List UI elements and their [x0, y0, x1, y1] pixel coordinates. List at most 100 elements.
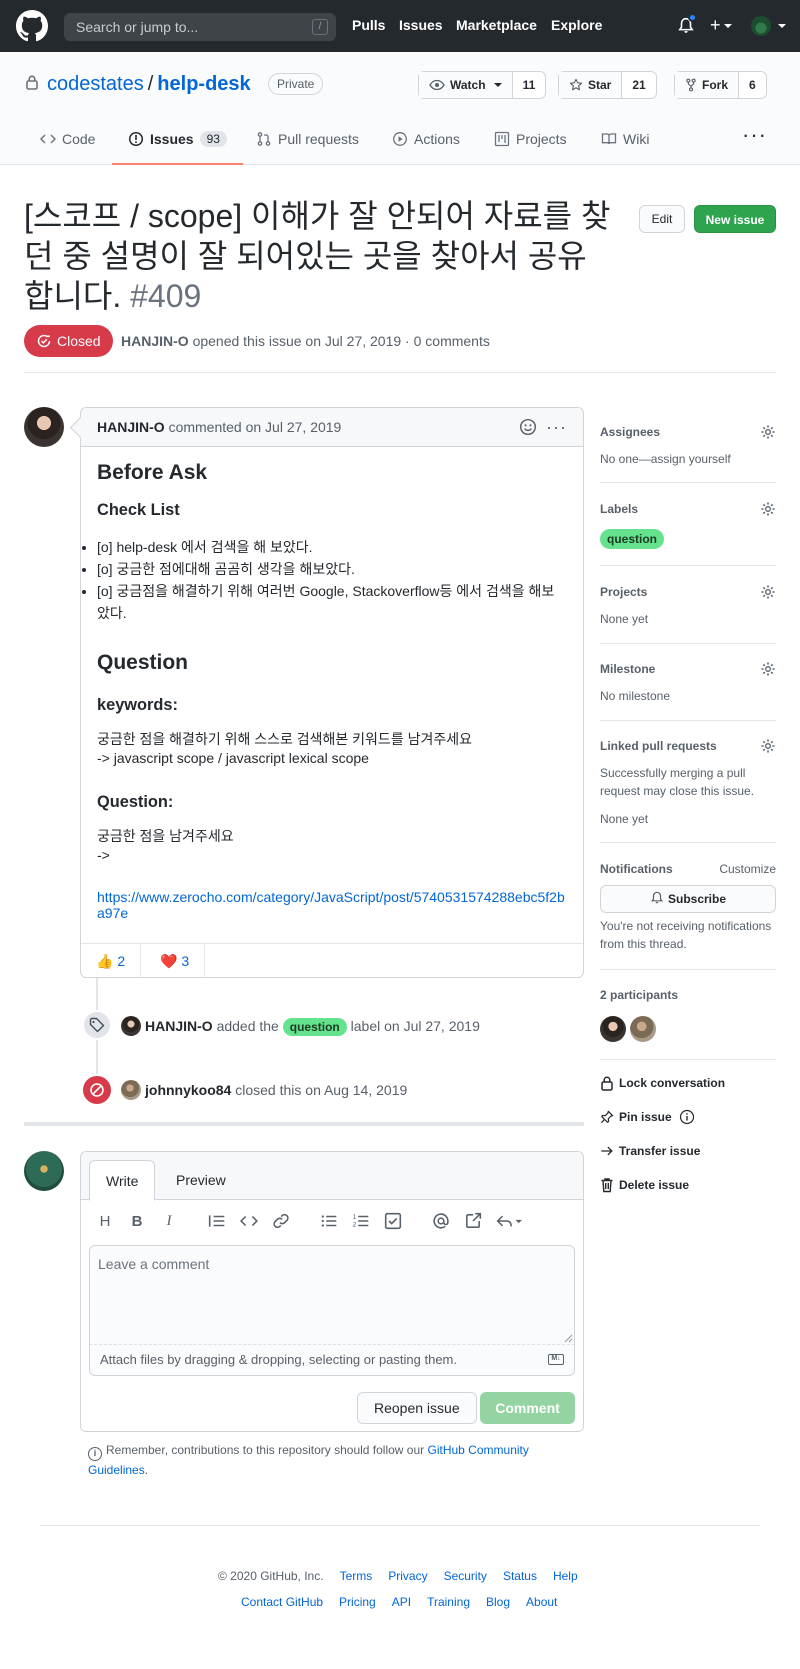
assignees-value[interactable]: No one—assign yourself [600, 450, 776, 468]
unordered-list-icon[interactable] [320, 1212, 338, 1230]
event-actor-link[interactable]: HANJIN-O [145, 1018, 213, 1034]
watch-count[interactable]: 11 [512, 72, 546, 98]
footer-link-privacy[interactable]: Privacy [388, 1567, 427, 1585]
user-avatar[interactable] [751, 16, 771, 36]
avatar[interactable] [24, 407, 64, 447]
cross-reference-icon[interactable] [464, 1212, 482, 1230]
gear-icon[interactable] [760, 424, 776, 440]
circle-slash-icon [90, 1083, 104, 1097]
fork-button[interactable]: Fork [675, 72, 740, 98]
code-icon[interactable] [240, 1212, 258, 1230]
comment-button[interactable]: Comment [480, 1392, 575, 1424]
footer-link-pricing[interactable]: Pricing [339, 1593, 376, 1611]
fork-count[interactable]: 6 [739, 72, 766, 98]
nav-issues[interactable]: Issues [399, 17, 443, 33]
nav-marketplace[interactable]: Marketplace [456, 17, 537, 33]
gear-icon[interactable] [760, 584, 776, 600]
delete-issue-button[interactable]: Delete issue [600, 1176, 689, 1194]
projects-heading[interactable]: Projects [600, 583, 776, 601]
chevron-down-icon[interactable] [778, 24, 786, 28]
global-header: Search or jump to... / Pulls Issues Mark… [0, 0, 800, 52]
repo-owner-link[interactable]: codestates [47, 73, 144, 95]
linked-prs-heading[interactable]: Linked pull requests [600, 737, 776, 755]
avatar[interactable] [121, 1080, 141, 1100]
label-question[interactable]: question [600, 529, 664, 549]
search-input[interactable]: Search or jump to... / [64, 13, 336, 41]
footer-link-help[interactable]: Help [553, 1567, 578, 1585]
reaction-thumbs-up[interactable]: 👍 2 [81, 944, 142, 978]
new-issue-button[interactable]: New issue [694, 205, 776, 233]
tab-pull-requests-label: Pull requests [278, 131, 359, 147]
tab-projects[interactable]: Projects [494, 126, 567, 165]
smiley-icon[interactable] [519, 418, 537, 436]
quote-icon[interactable] [208, 1212, 226, 1230]
event-actor-link[interactable]: johnnykoo84 [145, 1082, 231, 1098]
tab-issues[interactable]: Issues 93 [112, 126, 243, 165]
info-icon[interactable] [679, 1109, 695, 1125]
footer-link-contact[interactable]: Contact GitHub [241, 1593, 323, 1611]
footer-link-terms[interactable]: Terms [340, 1567, 373, 1585]
bold-icon[interactable]: B [128, 1212, 146, 1230]
star-button[interactable]: Star [559, 72, 623, 98]
footer-link-status[interactable]: Status [503, 1567, 537, 1585]
reopen-issue-button[interactable]: Reopen issue [357, 1392, 477, 1424]
attach-files-area[interactable]: Attach files by dragging & dropping, sel… [89, 1344, 575, 1376]
comment-timestamp[interactable]: commented on Jul 27, 2019 [169, 419, 342, 435]
footer-link-blog[interactable]: Blog [486, 1593, 510, 1611]
tab-wiki[interactable]: Wiki [601, 126, 649, 165]
watch-button[interactable]: Watch [419, 72, 513, 98]
markdown-icon[interactable]: M↓ [548, 1354, 564, 1365]
link-icon[interactable] [272, 1212, 290, 1230]
tab-code[interactable]: Code [40, 126, 95, 165]
tab-pull-requests[interactable]: Pull requests [256, 126, 359, 165]
create-new-menu[interactable]: + [710, 15, 732, 35]
task-list-icon[interactable] [384, 1212, 402, 1230]
comment-textarea[interactable]: Leave a comment [89, 1245, 575, 1345]
footer-link-security[interactable]: Security [444, 1567, 487, 1585]
star-count[interactable]: 21 [622, 72, 656, 98]
lock-conversation-button[interactable]: Lock conversation [600, 1074, 725, 1092]
customize-link[interactable]: Customize [719, 860, 776, 878]
footer-link-api[interactable]: API [392, 1593, 411, 1611]
tab-preview[interactable]: Preview [160, 1160, 242, 1201]
transfer-issue-button[interactable]: Transfer issue [600, 1142, 700, 1160]
repo-name-link[interactable]: help-desk [157, 73, 250, 95]
lock-icon [26, 75, 38, 90]
footer-link-training[interactable]: Training [427, 1593, 470, 1611]
more-options-icon[interactable]: ··· [742, 124, 767, 146]
mention-icon[interactable] [432, 1212, 450, 1230]
gear-icon[interactable] [760, 661, 776, 677]
nav-explore[interactable]: Explore [551, 17, 602, 33]
footer-link-about[interactable]: About [526, 1593, 557, 1611]
milestone-heading[interactable]: Milestone [600, 660, 776, 678]
participant-avatar[interactable] [600, 1016, 626, 1042]
participants-heading: 2 participants [600, 988, 679, 1002]
labels-heading[interactable]: Labels [600, 500, 776, 518]
tab-issues-label: Issues [150, 131, 194, 147]
pin-issue-button[interactable]: Pin issue [600, 1108, 695, 1126]
comment-author-link[interactable]: HANJIN-O [97, 419, 165, 435]
assignees-heading[interactable]: Assignees [600, 423, 776, 441]
heading-icon[interactable]: H [96, 1212, 114, 1230]
trash-icon [601, 1178, 613, 1193]
italic-icon[interactable]: I [160, 1212, 178, 1230]
ordered-list-icon[interactable]: 12 [352, 1212, 370, 1230]
gear-icon[interactable] [760, 738, 776, 754]
event-text: closed this on Aug 14, 2019 [235, 1082, 408, 1098]
tab-actions[interactable]: Actions [392, 126, 460, 165]
comment-options-icon[interactable]: ··· [546, 408, 567, 447]
reference-link[interactable]: https://www.zerocho.com/category/JavaScr… [97, 889, 565, 921]
edit-button[interactable]: Edit [639, 205, 685, 233]
nav-pulls[interactable]: Pulls [352, 17, 385, 33]
reply-icon[interactable] [496, 1212, 522, 1230]
subscribe-button[interactable]: Subscribe [600, 885, 776, 913]
label-question[interactable]: question [282, 1018, 347, 1036]
gear-icon[interactable] [760, 501, 776, 517]
participant-avatar[interactable] [630, 1016, 656, 1042]
github-logo-icon[interactable] [16, 10, 48, 42]
issue-author-link[interactable]: HANJIN-O [121, 333, 189, 349]
tab-write[interactable]: Write [89, 1160, 156, 1201]
resize-handle-icon[interactable] [563, 1333, 573, 1343]
avatar[interactable] [121, 1016, 141, 1036]
reaction-heart[interactable]: ❤️ 3 [145, 944, 206, 978]
